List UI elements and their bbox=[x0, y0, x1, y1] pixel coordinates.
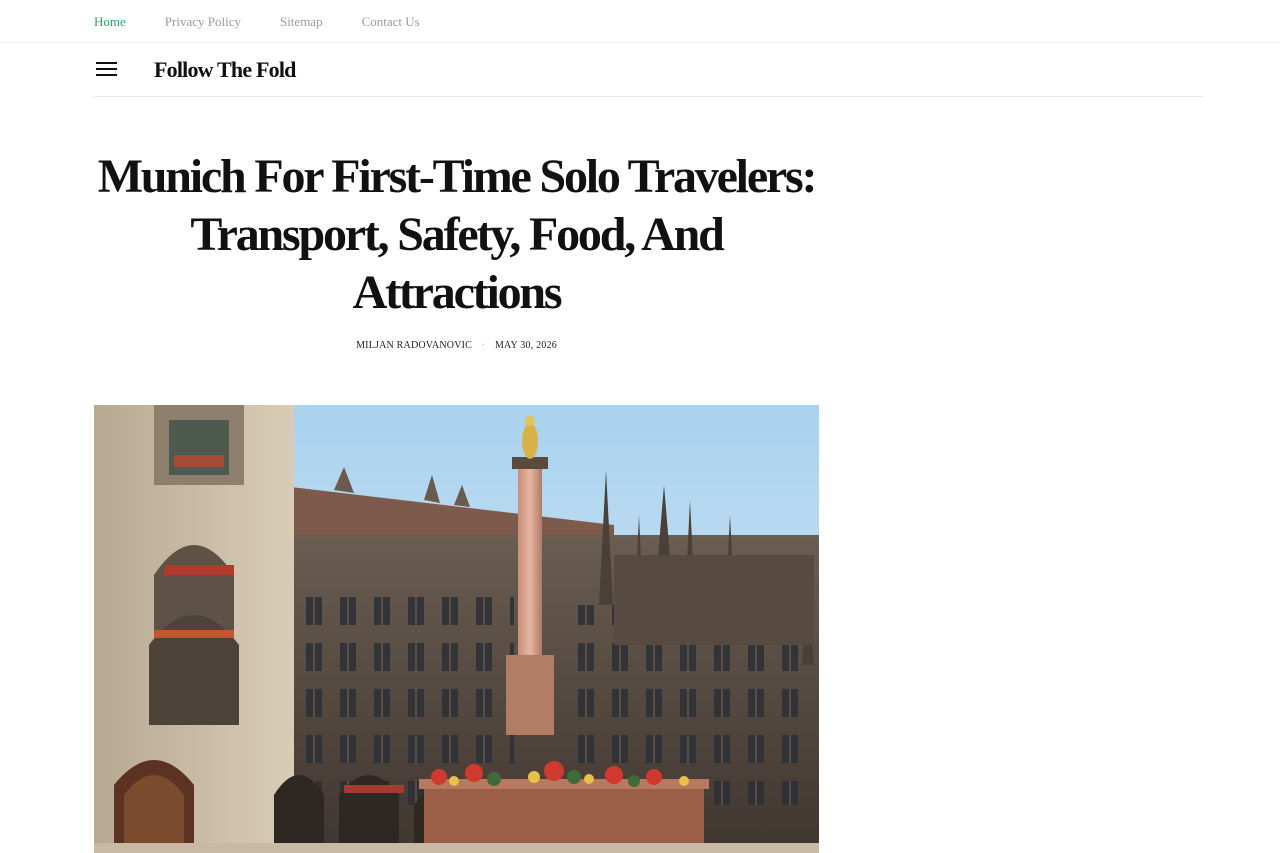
nav-item-sitemap[interactable]: Sitemap bbox=[280, 14, 323, 30]
nav-item-privacy-policy[interactable]: Privacy Policy bbox=[165, 14, 241, 30]
article-author[interactable]: MILJAN RADOVANOVIC bbox=[356, 340, 472, 351]
hero-image bbox=[94, 405, 819, 853]
top-navigation: Home Privacy Policy Sitemap Contact Us bbox=[0, 0, 1280, 43]
article-date: MAY 30, 2026 bbox=[494, 340, 557, 351]
top-nav-list: Home Privacy Policy Sitemap Contact Us bbox=[94, 14, 459, 30]
article-meta: MILJAN RADOVANOVIC · MAY 30, 2026 bbox=[94, 340, 819, 352]
nav-item-contact-us[interactable]: Contact Us bbox=[362, 14, 420, 30]
site-title[interactable]: Follow The Fold bbox=[154, 57, 296, 83]
hamburger-bar bbox=[96, 74, 117, 76]
hero-image-illustration bbox=[94, 405, 819, 853]
hamburger-bar bbox=[96, 62, 117, 64]
site-header: Follow The Fold bbox=[94, 44, 1203, 97]
hamburger-bar bbox=[96, 68, 117, 70]
meta-separator: · bbox=[481, 340, 486, 351]
article-title: Munich For First-Time Solo Travelers: Tr… bbox=[97, 150, 818, 319]
nav-item-home[interactable]: Home bbox=[94, 14, 126, 30]
hamburger-menu-icon[interactable] bbox=[96, 61, 117, 78]
